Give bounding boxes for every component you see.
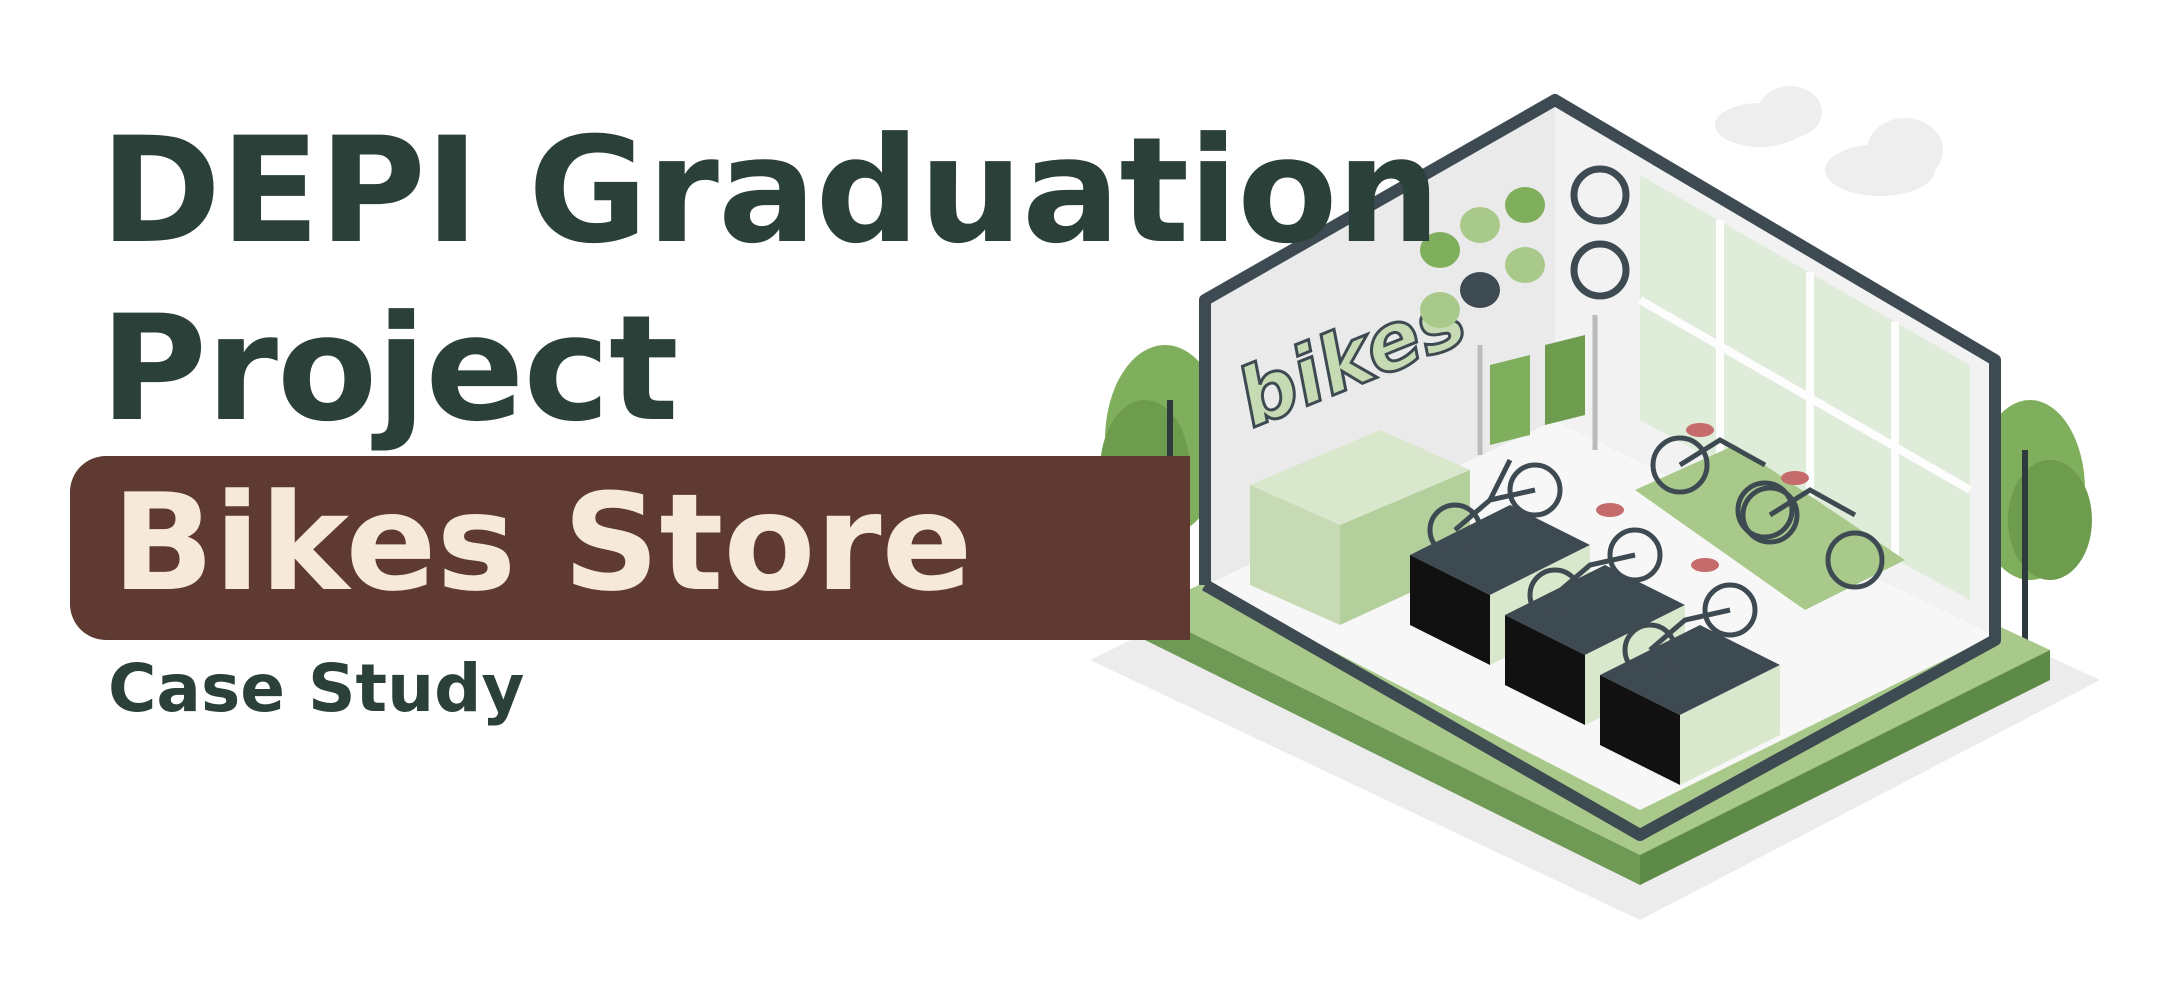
cloud-icon [1715, 86, 1943, 196]
headline-line-2: Project [100, 284, 679, 454]
subtitle: Case Study [108, 650, 525, 727]
banner-title: Bikes Store [112, 465, 973, 621]
headline-line-1: DEPI Graduation [100, 106, 1440, 276]
